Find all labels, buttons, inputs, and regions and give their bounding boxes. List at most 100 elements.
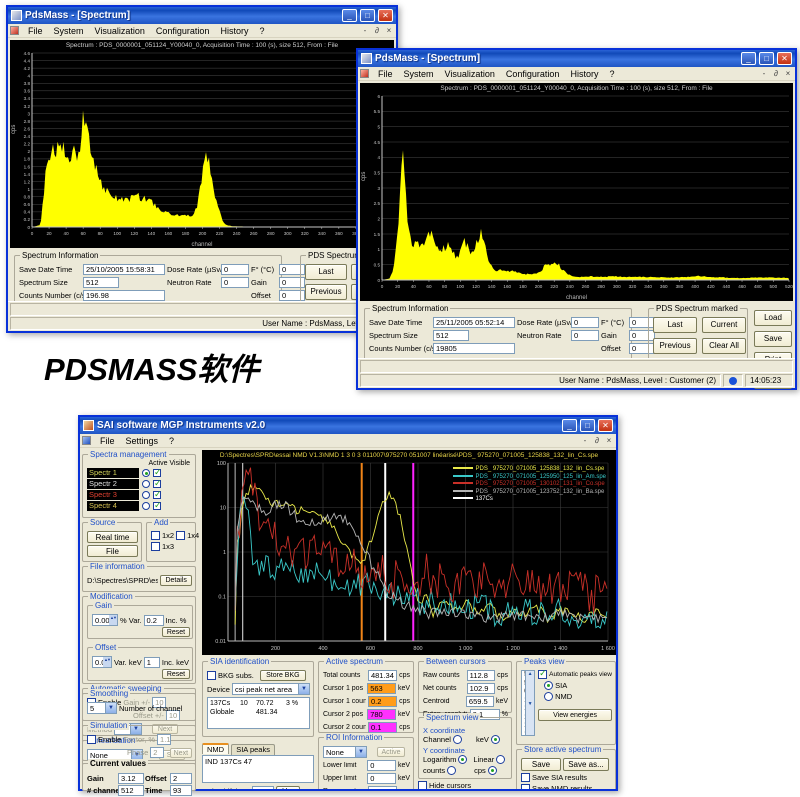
save-spectrum-button[interactable]: Save <box>521 758 561 771</box>
smoothing-select[interactable]: 5 <box>87 702 117 714</box>
maximize-button[interactable]: □ <box>580 419 595 432</box>
offset-inc-value[interactable]: 1 <box>144 657 160 668</box>
menu-file[interactable]: File <box>373 69 398 79</box>
add-1x2-checkbox[interactable] <box>151 531 160 540</box>
tab-sia-peaks[interactable]: SIA peaks <box>231 744 275 755</box>
minimize-button[interactable]: _ <box>741 52 756 65</box>
load-button[interactable]: Load <box>754 310 792 326</box>
neutron-rate-value[interactable]: 0 <box>571 330 599 341</box>
y-linear-radio[interactable] <box>496 755 505 764</box>
spectrum-visible-checkbox[interactable] <box>153 491 161 499</box>
svg-text:400: 400 <box>318 646 327 652</box>
previous-button[interactable]: Previous <box>653 338 697 354</box>
current-button[interactable]: Current <box>702 317 746 333</box>
gain-spinner[interactable]: 0.00 <box>92 614 118 626</box>
view-energies-button[interactable]: View energies <box>538 709 612 721</box>
y-log-radio[interactable] <box>458 755 467 764</box>
chart-title: Spectrum : PDS_0000001_051124_Y00040_0, … <box>10 42 394 49</box>
peaks-scrollbar[interactable]: ▲▼ <box>525 671 534 735</box>
mdi-controls[interactable]: -∂× <box>759 69 793 78</box>
menu-system[interactable]: System <box>399 69 439 79</box>
menu-visualization[interactable]: Visualization <box>90 26 150 36</box>
maximize-button[interactable]: □ <box>759 52 774 65</box>
spectrum-size-value[interactable]: 512 <box>433 330 469 341</box>
file-button[interactable]: File <box>87 545 138 557</box>
menu-file[interactable]: File <box>23 26 48 36</box>
add-1x4-checkbox[interactable] <box>176 531 185 540</box>
add-1x3-checkbox[interactable] <box>151 542 160 551</box>
spectrum-active-radio[interactable] <box>142 502 150 510</box>
menu-visualization[interactable]: Visualization <box>440 69 500 79</box>
maximize-button[interactable]: □ <box>360 9 375 22</box>
hide-cursors-checkbox[interactable] <box>418 781 427 789</box>
save-as-button[interactable]: Save as... <box>563 758 609 771</box>
offset-spinner[interactable]: 0.00 <box>92 656 112 668</box>
device-select[interactable]: csi peak net area <box>232 683 310 695</box>
close-button[interactable]: ✕ <box>598 419 613 432</box>
x-kev-radio[interactable] <box>491 735 500 744</box>
menu-help[interactable]: ? <box>604 69 619 79</box>
auto-peaks-checkbox[interactable] <box>538 670 547 679</box>
menu-system[interactable]: System <box>49 26 89 36</box>
dose-rate-value[interactable]: 0 <box>221 264 249 275</box>
real-time-button[interactable]: Real time <box>87 531 138 543</box>
offset-reset-button[interactable]: Reset <box>162 669 190 679</box>
gain-reset-button[interactable]: Reset <box>162 627 190 637</box>
mdi-controls[interactable]: -∂× <box>360 26 394 35</box>
y-cps-radio[interactable] <box>488 766 497 775</box>
menu-settings[interactable]: Settings <box>121 436 164 446</box>
menu-help[interactable]: ? <box>164 436 179 446</box>
last-button[interactable]: Last <box>653 317 697 333</box>
clear-all-button[interactable]: Clear All <box>702 338 746 354</box>
minimize-button[interactable]: _ <box>342 9 357 22</box>
menu-history[interactable]: History <box>215 26 253 36</box>
save-date-value[interactable]: 25/10/2005 15:58:31 <box>83 264 165 275</box>
save-button[interactable]: Save <box>754 331 792 347</box>
counts-number-value[interactable]: 196.98 <box>83 290 165 301</box>
previous-button[interactable]: Previous <box>305 284 347 300</box>
store-bkg-button[interactable]: Store BKG <box>260 670 306 681</box>
spectrum-active-radio[interactable] <box>142 469 150 477</box>
save-sia-results-checkbox[interactable] <box>521 773 530 782</box>
close-button[interactable]: ✕ <box>378 9 393 22</box>
minimize-button[interactable]: _ <box>562 419 577 432</box>
tab-nmd[interactable]: NMD <box>202 743 229 754</box>
titlebar[interactable]: PdsMass - [Spectrum] _ □ ✕ <box>358 50 795 67</box>
last-button[interactable]: Last <box>305 264 347 280</box>
menu-configuration[interactable]: Configuration <box>151 26 215 36</box>
spectrum-active-radio[interactable] <box>142 491 150 499</box>
roi-select[interactable]: None <box>323 746 367 758</box>
counts-number-value[interactable]: 19805 <box>433 343 515 354</box>
titlebar[interactable]: PdsMass - [Spectrum] _ □ ✕ <box>8 7 396 24</box>
y-counts-radio[interactable] <box>447 766 456 775</box>
svg-text:1.5: 1.5 <box>374 232 381 237</box>
spectrum-active-radio[interactable] <box>142 480 150 488</box>
menu-history[interactable]: History <box>565 69 603 79</box>
mdi-controls[interactable]: -∂× <box>580 436 614 445</box>
x-channel-radio[interactable] <box>453 735 462 744</box>
menu-help[interactable]: ? <box>254 26 269 36</box>
spectrum-visible-checkbox[interactable] <box>153 502 161 510</box>
gain-inc-value[interactable]: 0.2 <box>144 615 164 626</box>
peaks-listbox[interactable]: 54Mn57Co60Co123I129I131I133Ba137Cs152Eu2… <box>521 670 535 736</box>
save-nmd-results-checkbox[interactable] <box>521 784 530 789</box>
close-button[interactable]: ✕ <box>777 52 792 65</box>
nmd-radio[interactable] <box>544 692 553 701</box>
sia-radio[interactable] <box>544 681 553 690</box>
spectrum-visible-checkbox[interactable] <box>153 469 161 477</box>
neutron-rate-value[interactable]: 0 <box>221 277 249 288</box>
sia-results-list[interactable]: 137Cs1070.723 %Globale481.34 <box>207 697 310 729</box>
details-button[interactable]: Details <box>160 575 192 586</box>
titlebar[interactable]: SAI software MGP Instruments v2.0 _ □ ✕ <box>80 417 616 434</box>
save-date-value[interactable]: 25/11/2005 05:52:14 <box>433 317 515 328</box>
svg-text:140: 140 <box>147 231 155 236</box>
menu-configuration[interactable]: Configuration <box>501 69 565 79</box>
bkg-subs-checkbox[interactable] <box>207 671 216 680</box>
use-button[interactable]: Use <box>276 786 300 789</box>
simulation-enable-checkbox[interactable] <box>87 735 96 744</box>
gain-shift-value[interactable]: -4.32 <box>252 786 274 789</box>
spectrum-size-value[interactable]: 512 <box>83 277 119 288</box>
spectrum-visible-checkbox[interactable] <box>153 480 161 488</box>
dose-rate-value[interactable]: 0 <box>571 317 599 328</box>
menu-file[interactable]: File <box>95 436 120 446</box>
